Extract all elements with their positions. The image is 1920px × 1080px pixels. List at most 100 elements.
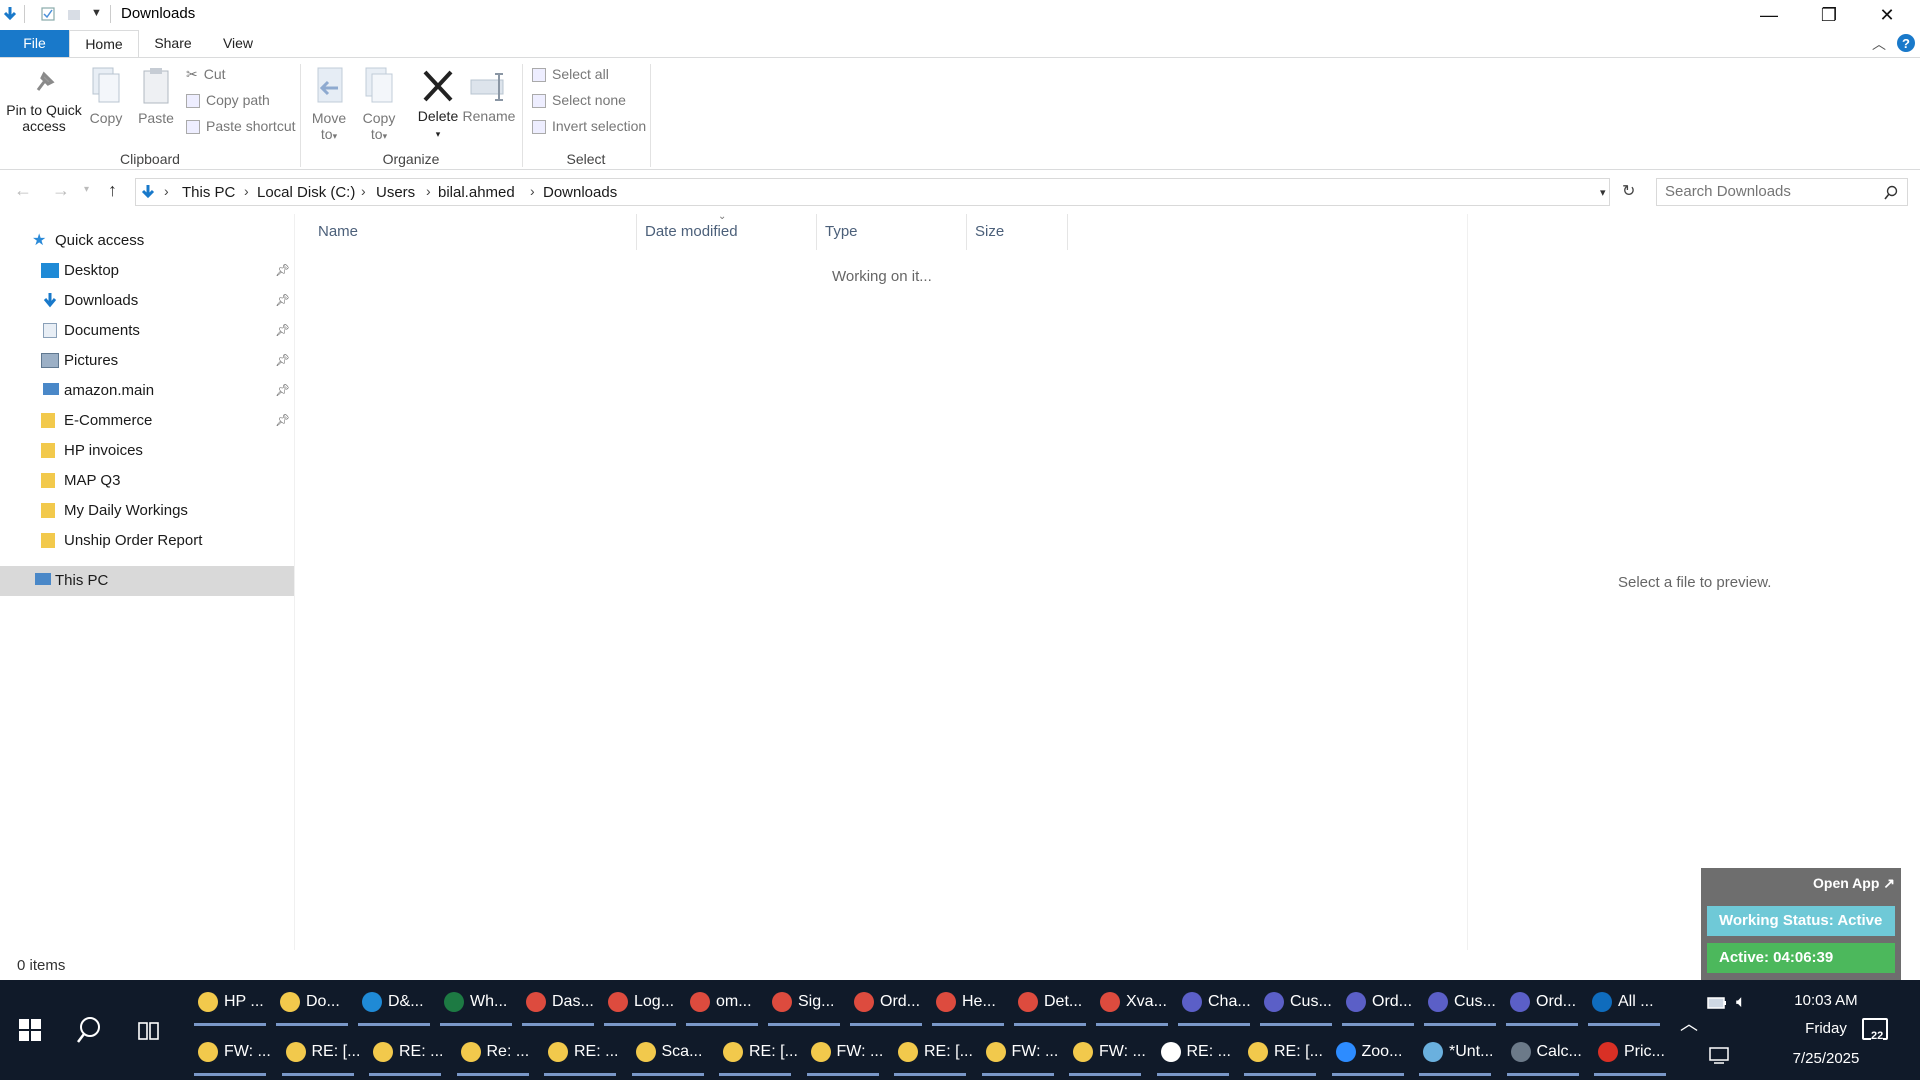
taskbar-bottom-app-button[interactable]: RE: [... xyxy=(890,1030,973,1076)
preview-divider[interactable] xyxy=(1467,214,1468,950)
taskbar-top-app-button[interactable]: Xva... xyxy=(1092,980,1172,1026)
taskbar-top-app-button[interactable]: Cus... xyxy=(1256,980,1336,1026)
nav-item-amazon-main[interactable]: amazon.main 📌︎ xyxy=(0,376,294,406)
clock-date[interactable]: 7/25/2025 xyxy=(1766,1050,1886,1067)
taskbar-top-app-button[interactable]: Cha... xyxy=(1174,980,1254,1026)
taskbar-bottom-app-button[interactable]: FW: ... xyxy=(1065,1030,1146,1076)
task-view-icon[interactable] xyxy=(137,1020,161,1042)
column-divider[interactable] xyxy=(966,214,967,250)
battery-icon[interactable] xyxy=(1706,994,1728,1012)
notification-center-button[interactable]: 22 xyxy=(1862,1018,1888,1042)
taskbar-top-app-button[interactable]: Log... xyxy=(600,980,680,1026)
copy-button[interactable]: Copy xyxy=(84,66,128,126)
column-name[interactable]: Name xyxy=(318,223,358,240)
column-size[interactable]: Size xyxy=(975,223,1004,240)
search-box[interactable] xyxy=(1656,178,1908,206)
taskbar-bottom-app-button[interactable]: RE: [... xyxy=(1240,1030,1323,1076)
address-history-dropdown[interactable]: ▾ xyxy=(1600,186,1606,199)
pin-icon[interactable]: 📌︎ xyxy=(275,323,290,337)
taskbar-top-app-button[interactable]: Sig... xyxy=(764,980,844,1026)
tab-file[interactable]: File xyxy=(0,30,69,57)
taskbar-top-app-button[interactable]: Cus... xyxy=(1420,980,1500,1026)
pin-icon[interactable]: 📌︎ xyxy=(275,383,290,397)
customize-quick-access-icon[interactable]: ▼ xyxy=(91,7,102,19)
taskbar-bottom-app-button[interactable]: Pric... xyxy=(1590,1030,1670,1076)
tab-view[interactable]: View xyxy=(210,30,266,57)
taskbar-bottom-app-button[interactable]: Zoo... xyxy=(1328,1030,1408,1076)
taskbar-top-app-button[interactable]: Det... xyxy=(1010,980,1090,1026)
nav-item-unship-order-report[interactable]: Unship Order Report xyxy=(0,526,294,556)
column-divider[interactable] xyxy=(1067,214,1068,250)
search-input[interactable] xyxy=(1665,183,1865,200)
select-none-button[interactable]: Select none xyxy=(532,90,626,110)
windows-start-icon[interactable] xyxy=(19,1019,41,1041)
download-arrow-icon[interactable] xyxy=(2,6,18,22)
taskbar-top-app-button[interactable]: All ... xyxy=(1584,980,1664,1026)
refresh-button[interactable]: ↻ xyxy=(1622,181,1635,201)
taskbar-top-app-button[interactable]: om... xyxy=(682,980,762,1026)
move-to-button[interactable]: Move to▾ xyxy=(308,66,350,144)
select-all-button[interactable]: Select all xyxy=(532,64,609,84)
address-bar[interactable]: › This PC › Local Disk (C:) › Users › bi… xyxy=(135,178,1610,206)
nav-item-documents[interactable]: Documents 📌︎ xyxy=(0,316,294,346)
pin-icon[interactable]: 📌︎ xyxy=(275,293,290,307)
paste-button[interactable]: Paste xyxy=(134,66,178,126)
taskbar-top-app-button[interactable]: HP ... xyxy=(190,980,270,1026)
volume-icon[interactable]: 🔈︎ xyxy=(1736,992,1746,1012)
taskbar-top-app-button[interactable]: Do... xyxy=(272,980,352,1026)
breadcrumb-user[interactable]: bilal.ahmed xyxy=(438,184,515,201)
paste-shortcut-button[interactable]: Paste shortcut xyxy=(186,116,296,136)
search-icon[interactable] xyxy=(76,1016,104,1044)
clock-time[interactable]: 10:03 AM xyxy=(1766,992,1886,1009)
column-date-modified[interactable]: Date modified xyxy=(645,223,738,240)
cut-button[interactable]: ✂ Cut xyxy=(186,64,226,84)
nav-item-map-q3[interactable]: MAP Q3 xyxy=(0,466,294,496)
breadcrumb-users[interactable]: Users xyxy=(376,184,415,201)
invert-selection-button[interactable]: Invert selection xyxy=(532,116,646,136)
taskbar-bottom-app-button[interactable]: RE: ... xyxy=(540,1030,620,1076)
breadcrumb-downloads[interactable]: Downloads xyxy=(543,184,617,201)
restore-button[interactable]: ❐ xyxy=(1800,0,1858,30)
network-icon[interactable] xyxy=(1708,1046,1730,1064)
open-app-link[interactable]: Open App ↗ xyxy=(1813,875,1895,892)
tab-share[interactable]: Share xyxy=(145,30,201,57)
delete-button[interactable]: Delete ▾ xyxy=(414,68,462,142)
minimize-button[interactable]: — xyxy=(1740,0,1798,30)
copy-to-button[interactable]: Copy to▾ xyxy=(358,66,400,144)
rename-button[interactable]: Rename xyxy=(462,68,516,124)
taskbar-top-app-button[interactable]: He... xyxy=(928,980,1008,1026)
pin-quick-access-button[interactable]: Pin to Quick access xyxy=(4,68,84,134)
breadcrumb-this-pc[interactable]: This PC xyxy=(182,184,235,201)
taskbar-top-app-button[interactable]: Wh... xyxy=(436,980,516,1026)
column-divider[interactable] xyxy=(636,214,637,250)
nav-this-pc[interactable]: This PC xyxy=(0,566,294,596)
breadcrumb-local-disk[interactable]: Local Disk (C:) xyxy=(257,184,355,201)
taskbar-top-app-button[interactable]: Das... xyxy=(518,980,598,1026)
pane-divider[interactable] xyxy=(294,214,295,950)
taskbar-bottom-app-button[interactable]: RE: [... xyxy=(278,1030,360,1076)
back-button[interactable]: ← xyxy=(14,180,32,201)
new-folder-icon[interactable] xyxy=(66,6,82,22)
nav-item-pictures[interactable]: Pictures 📌︎ xyxy=(0,346,294,376)
properties-icon[interactable] xyxy=(40,6,56,22)
nav-item-my-daily-workings[interactable]: My Daily Workings xyxy=(0,496,294,526)
taskbar-top-app-button[interactable]: Ord... xyxy=(1502,980,1582,1026)
taskbar-top-app-button[interactable]: D&... xyxy=(354,980,434,1026)
pin-icon[interactable]: 📌︎ xyxy=(275,413,290,427)
forward-button[interactable]: → xyxy=(52,180,70,201)
taskbar-top-app-button[interactable]: Ord... xyxy=(846,980,926,1026)
nav-item-e-commerce[interactable]: E-Commerce 📌︎ xyxy=(0,406,294,436)
taskbar-bottom-app-button[interactable]: FW: ... xyxy=(190,1030,271,1076)
taskbar-bottom-app-button[interactable]: Calc... xyxy=(1503,1030,1583,1076)
tab-home[interactable]: Home xyxy=(69,30,139,57)
nav-item-desktop[interactable]: Desktop 📌︎ xyxy=(0,256,294,286)
nav-item-hp-invoices[interactable]: HP invoices xyxy=(0,436,294,466)
taskbar-bottom-app-button[interactable]: Re: ... xyxy=(453,1030,533,1076)
taskbar-bottom-app-button[interactable]: FW: ... xyxy=(978,1030,1058,1076)
up-button[interactable]: ↑ xyxy=(108,180,117,201)
pin-icon[interactable]: 📌︎ xyxy=(275,353,290,367)
taskbar-bottom-app-button[interactable]: *Unt... xyxy=(1415,1030,1495,1076)
recent-locations-button[interactable]: ▾ xyxy=(84,184,89,195)
close-button[interactable]: ✕ xyxy=(1858,0,1916,30)
taskbar-top-app-button[interactable]: Ord... xyxy=(1338,980,1418,1026)
